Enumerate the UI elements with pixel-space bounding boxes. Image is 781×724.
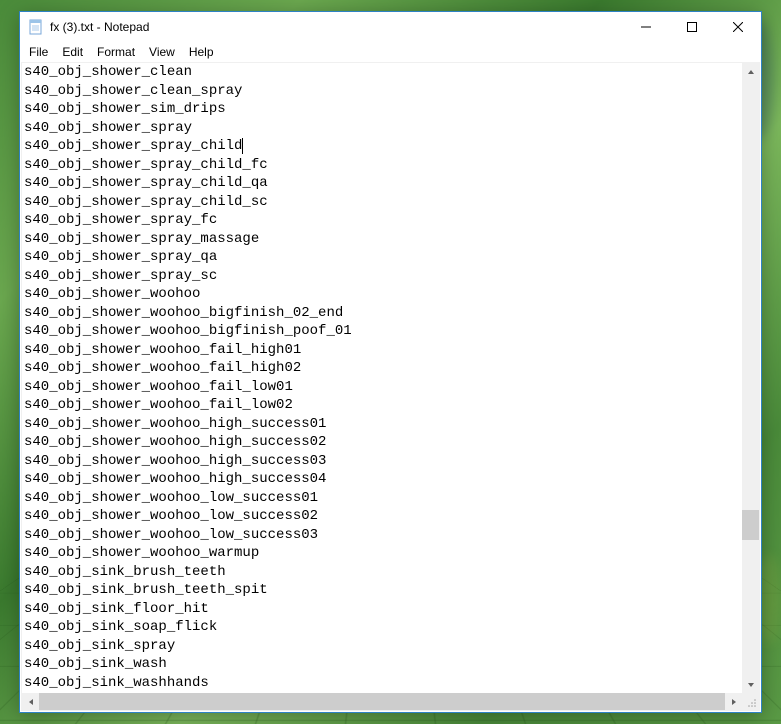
text-line[interactable]: s40_obj_shower_woohoo_fail_low02	[24, 396, 757, 415]
text-line[interactable]: s40_obj_shower_woohoo_high_success01	[24, 415, 757, 434]
resize-grip[interactable]	[742, 693, 759, 710]
scroll-down-button[interactable]	[742, 676, 759, 693]
scroll-up-button[interactable]	[742, 63, 759, 80]
text-line[interactable]: s40_obj_shower_sim_drips	[24, 100, 757, 119]
text-line[interactable]: s40_obj_shower_woohoo_high_success04	[24, 470, 757, 489]
text-line[interactable]: s40_obj_shower_clean	[24, 63, 757, 82]
scroll-left-button[interactable]	[22, 693, 39, 710]
text-line[interactable]: s40_obj_shower_spray_fc	[24, 211, 757, 230]
window-title: fx (3).txt - Notepad	[50, 20, 623, 34]
content-area: s40_obj_shower_cleans40_obj_shower_clean…	[21, 62, 760, 711]
text-line[interactable]: s40_obj_sink_brush_teeth	[24, 563, 757, 582]
text-line[interactable]: s40_obj_sink_floor_hit	[24, 600, 757, 619]
text-line[interactable]: s40_obj_sink_washhands	[24, 674, 757, 693]
horizontal-scroll-track[interactable]	[39, 693, 725, 710]
titlebar[interactable]: fx (3).txt - Notepad	[20, 12, 761, 42]
text-line[interactable]: s40_obj_shower_woohoo_low_success01	[24, 489, 757, 508]
window-controls	[623, 12, 761, 42]
horizontal-scrollbar[interactable]	[22, 693, 742, 710]
text-line[interactable]: s40_obj_shower_spray	[24, 119, 757, 138]
vertical-scroll-thumb[interactable]	[742, 510, 759, 540]
menubar: File Edit Format View Help	[20, 42, 761, 62]
text-line[interactable]: s40_obj_shower_woohoo_warmup	[24, 544, 757, 563]
minimize-button[interactable]	[623, 12, 669, 42]
text-line[interactable]: s40_obj_shower_spray_massage	[24, 230, 757, 249]
text-line[interactable]: s40_obj_shower_spray_child_sc	[24, 193, 757, 212]
text-line[interactable]: s40_obj_sink_wash	[24, 655, 757, 674]
text-line[interactable]: s40_obj_shower_spray_child	[24, 137, 757, 156]
text-editor[interactable]: s40_obj_shower_cleans40_obj_shower_clean…	[22, 63, 759, 710]
text-line[interactable]: s40_obj_sink_soap_flick	[24, 618, 757, 637]
text-line[interactable]: s40_obj_shower_clean_spray	[24, 82, 757, 101]
text-line[interactable]: s40_obj_shower_woohoo_bigfinish_poof_01	[24, 322, 757, 341]
text-line[interactable]: s40_obj_shower_spray_qa	[24, 248, 757, 267]
text-line[interactable]: s40_obj_shower_spray_child_qa	[24, 174, 757, 193]
menu-edit[interactable]: Edit	[55, 44, 90, 60]
text-line[interactable]: s40_obj_sink_brush_teeth_spit	[24, 581, 757, 600]
text-line[interactable]: s40_obj_sink_spray	[24, 637, 757, 656]
text-line[interactable]: s40_obj_shower_woohoo_high_success03	[24, 452, 757, 471]
text-caret	[242, 138, 243, 154]
close-button[interactable]	[715, 12, 761, 42]
menu-help[interactable]: Help	[182, 44, 221, 60]
text-line[interactable]: s40_obj_shower_woohoo_low_success02	[24, 507, 757, 526]
text-line[interactable]: s40_obj_shower_spray_child_fc	[24, 156, 757, 175]
menu-file[interactable]: File	[22, 44, 55, 60]
text-line[interactable]: s40_obj_shower_woohoo_fail_low01	[24, 378, 757, 397]
vertical-scrollbar[interactable]	[742, 63, 759, 693]
text-line[interactable]: s40_obj_shower_spray_sc	[24, 267, 757, 286]
text-line[interactable]: s40_obj_shower_woohoo	[24, 285, 757, 304]
text-line[interactable]: s40_obj_shower_woohoo_low_success03	[24, 526, 757, 545]
text-line[interactable]: s40_obj_shower_woohoo_fail_high02	[24, 359, 757, 378]
notepad-window: fx (3).txt - Notepad File Edit Format Vi…	[19, 11, 762, 713]
scroll-right-button[interactable]	[725, 693, 742, 710]
text-line[interactable]: s40_obj_shower_woohoo_bigfinish_02_end	[24, 304, 757, 323]
text-line[interactable]: s40_obj_shower_woohoo_high_success02	[24, 433, 757, 452]
horizontal-scroll-thumb[interactable]	[39, 693, 725, 710]
notepad-icon	[28, 19, 44, 35]
menu-view[interactable]: View	[142, 44, 182, 60]
vertical-scroll-track[interactable]	[742, 80, 759, 676]
maximize-button[interactable]	[669, 12, 715, 42]
text-line[interactable]: s40_obj_shower_woohoo_fail_high01	[24, 341, 757, 360]
menu-format[interactable]: Format	[90, 44, 142, 60]
